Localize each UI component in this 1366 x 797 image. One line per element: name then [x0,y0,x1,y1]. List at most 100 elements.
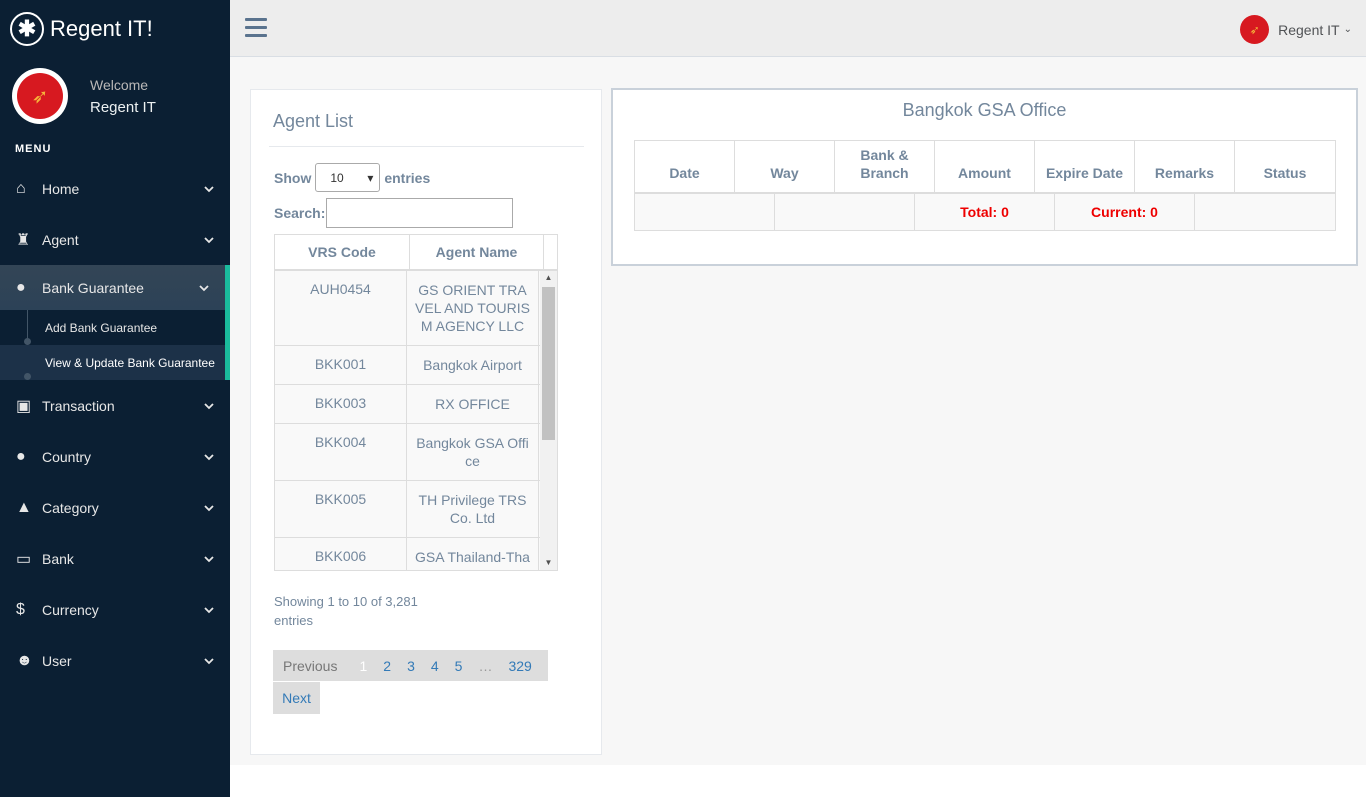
page-button-1[interactable]: 1 [351,658,375,674]
submenu-item-label: View & Update Bank Guarantee [45,355,215,370]
agent-name-cell: GS ORIENT TRAVEL AND TOURISM AGENCY LLC [407,271,539,345]
user-icon: ☻ [16,651,33,669]
submenu-item-view-update-bank-guarantee[interactable]: View & Update Bank Guarantee [0,345,225,380]
chevron-down-icon [204,402,214,409]
avatar: ➶ [12,68,68,124]
agent-name-cell: Bangkok GSA Office [407,424,539,480]
scroll-up-arrow-icon[interactable]: ▲ [540,271,557,285]
user-name: Regent IT [1278,21,1340,38]
scrollbar-thumb[interactable] [542,287,555,440]
sidebar-item-currency[interactable]: $ Currency [0,584,230,635]
search-label: Search: [274,205,326,221]
panel-title: Agent List [273,111,354,131]
total-amount: Total: 0 [915,194,1055,230]
chevron-down-icon [204,453,214,460]
table-info: Showing 1 to 10 of 3,281 entries [274,594,418,628]
table-row[interactable]: BKK001 Bangkok Airport [275,346,557,385]
avatar: ➶ [1240,15,1270,44]
menu-heading: MENU [15,143,52,155]
sidebar-item-label: Bank [42,550,74,567]
sidebar-item-label: Agent [42,231,79,248]
table-scrollbar[interactable]: ▲ ▼ [540,271,557,570]
sidebar-item-label: Home [42,180,80,197]
profile-welcome: Welcome [90,76,149,93]
show-label: Show [274,169,312,186]
column-header-vrs-code[interactable]: VRS Code [275,235,410,269]
guarantee-table: Date Way Bank & Branch Amount Expire Dat… [634,140,1336,231]
brand[interactable]: ✱ Regent IT! [0,0,230,57]
column-header-remarks: Remarks [1135,141,1235,192]
submenu-dot [24,337,31,345]
sidebar-item-label: User [42,652,72,669]
home-icon: ⌂ [16,179,26,197]
bank-guarantee-panel: Bangkok GSA Office Date Way Bank & Branc… [611,88,1358,266]
chevron-down-icon [204,657,214,664]
search-input[interactable] [326,198,514,228]
top-navbar: ➶ Regent IT ⌄ [230,0,1366,57]
sidebar-item-label: Transaction [42,397,115,414]
sidebar-item-agent[interactable]: ♜ Agent [0,214,230,265]
entries-select[interactable]: 10 ▾ [315,163,381,192]
sidebar-item-label: Bank Guarantee [42,279,144,296]
sidebar-item-bank[interactable]: ▭ Bank [0,533,230,584]
entries-label: entries [384,169,431,186]
search-control: Search: [274,198,514,228]
vrs-code-cell: BKK005 [275,481,407,537]
column-header-bank-branch: Bank & Branch [835,141,935,192]
sidebar-item-country[interactable]: ● Country [0,431,230,482]
table-row[interactable]: BKK006 GSA Thailand-Thai Star Air Co. Lt… [275,538,557,570]
agent-table: VRS Code Agent Name AUH0454 GS ORIENT TR… [274,234,558,571]
chevron-down-icon [204,236,214,243]
divider [269,146,584,147]
vrs-code-cell: AUH0454 [275,271,407,345]
pagination: Previous 1 2 3 4 5 … 329 Next [273,650,548,714]
sidebar-item-transaction[interactable]: ▣ Transaction [0,380,230,431]
sidebar-item-bank-guarantee[interactable]: ● Bank Guarantee [0,265,230,310]
chevron-down-icon [199,284,209,291]
credit-card-icon: ▭ [16,550,32,568]
submenu-item-add-bank-guarantee[interactable]: Add Bank Guarantee [0,310,225,345]
user-menu[interactable]: ➶ Regent IT ⌄ [1240,15,1352,44]
next-page-button[interactable]: Next [273,682,320,714]
footer-cell [635,194,775,230]
menu-toggle-icon[interactable] [245,18,267,42]
chevron-down-icon [204,555,214,562]
page-button-2[interactable]: 2 [375,658,399,674]
column-header-way: Way [735,141,835,192]
agent-list-panel: Agent List Show 10 ▾ entries Search: VRS… [250,89,602,755]
profile: ➶ Welcome Regent IT [0,57,230,135]
sidebar-item-user[interactable]: ☻ User [0,635,230,686]
table-row[interactable]: AUH0454 GS ORIENT TRAVEL AND TOURISM AGE… [275,271,557,346]
chevron-down-icon [204,606,214,613]
page-button-5[interactable]: 5 [447,658,471,674]
vrs-code-cell: BKK001 [275,346,407,384]
table-row[interactable]: BKK005 TH Privilege TRS Co. Ltd [275,481,557,538]
sidebar-item-home[interactable]: ⌂ Home [0,163,230,214]
table-row[interactable]: BKK004 Bangkok GSA Office [275,424,557,481]
globe-icon: ● [16,278,26,296]
table-body: AUH0454 GS ORIENT TRAVEL AND TOURISM AGE… [275,271,557,570]
page-button-3[interactable]: 3 [399,658,423,674]
brand-title: Regent IT! [50,15,153,41]
previous-page-button[interactable]: Previous [283,658,345,674]
sidebar-item-label: Category [42,499,99,516]
scroll-down-arrow-icon[interactable]: ▼ [540,556,557,570]
office-title: Bangkok GSA Office [902,100,1067,120]
bank-guarantee-submenu: Add Bank Guarantee View & Update Bank Gu… [0,310,230,380]
page-button-last[interactable]: 329 [500,658,539,674]
page-button-4[interactable]: 4 [423,658,447,674]
vrs-code-cell: BKK004 [275,424,407,480]
asterisk-icon: ✱ [10,11,44,46]
table-row[interactable]: BKK003 RX OFFICE [275,385,557,424]
column-header-amount: Amount [935,141,1035,192]
submenu-dot [24,372,31,380]
entries-length-control: Show 10 ▾ entries [274,163,430,192]
footer-cell [775,194,915,230]
footer-cell [1195,194,1335,230]
column-header-expire-date: Expire Date [1035,141,1135,192]
column-header-agent-name[interactable]: Agent Name [410,235,544,269]
column-header-status: Status [1263,165,1307,181]
vrs-code-cell: BKK003 [275,385,407,423]
caret-down-icon: ▾ [367,170,374,185]
sidebar-item-category[interactable]: ▲ Category [0,482,230,533]
